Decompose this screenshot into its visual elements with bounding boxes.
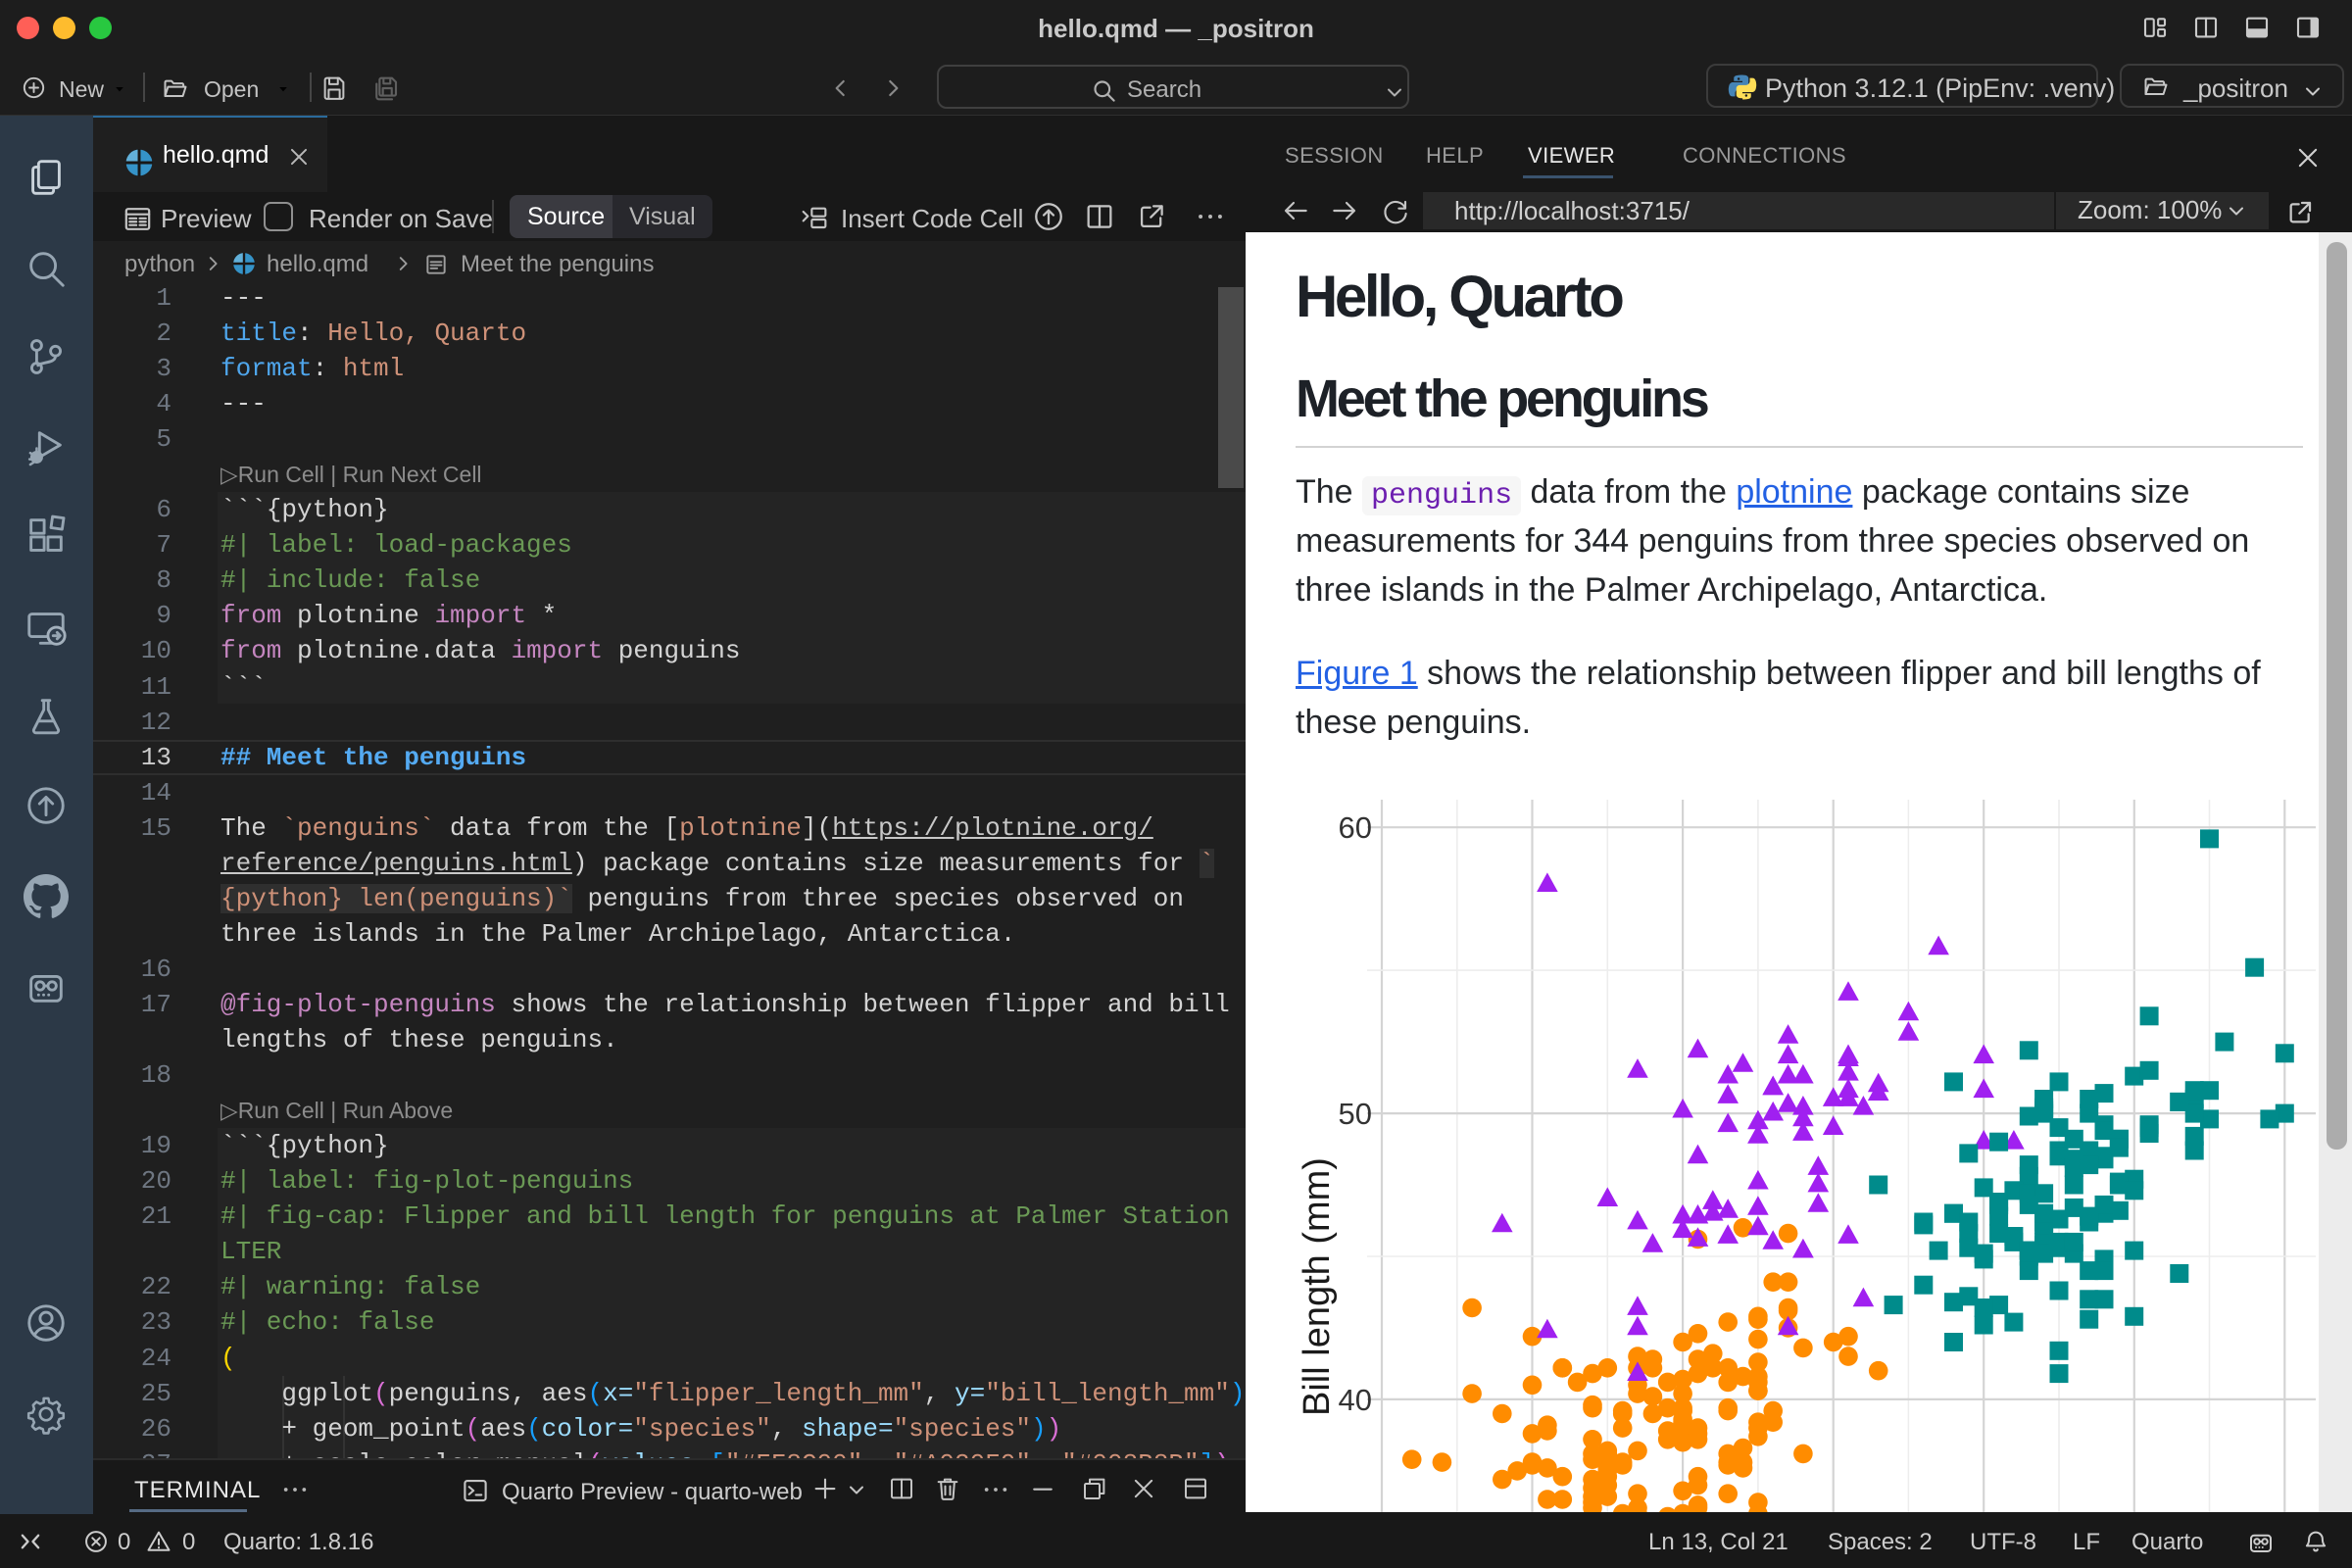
svg-text:50: 50 — [1339, 1097, 1372, 1131]
svg-text:Bill length (mm): Bill length (mm) — [1297, 1157, 1338, 1416]
svg-text:60: 60 — [1339, 810, 1372, 845]
svg-text:40: 40 — [1339, 1383, 1372, 1417]
